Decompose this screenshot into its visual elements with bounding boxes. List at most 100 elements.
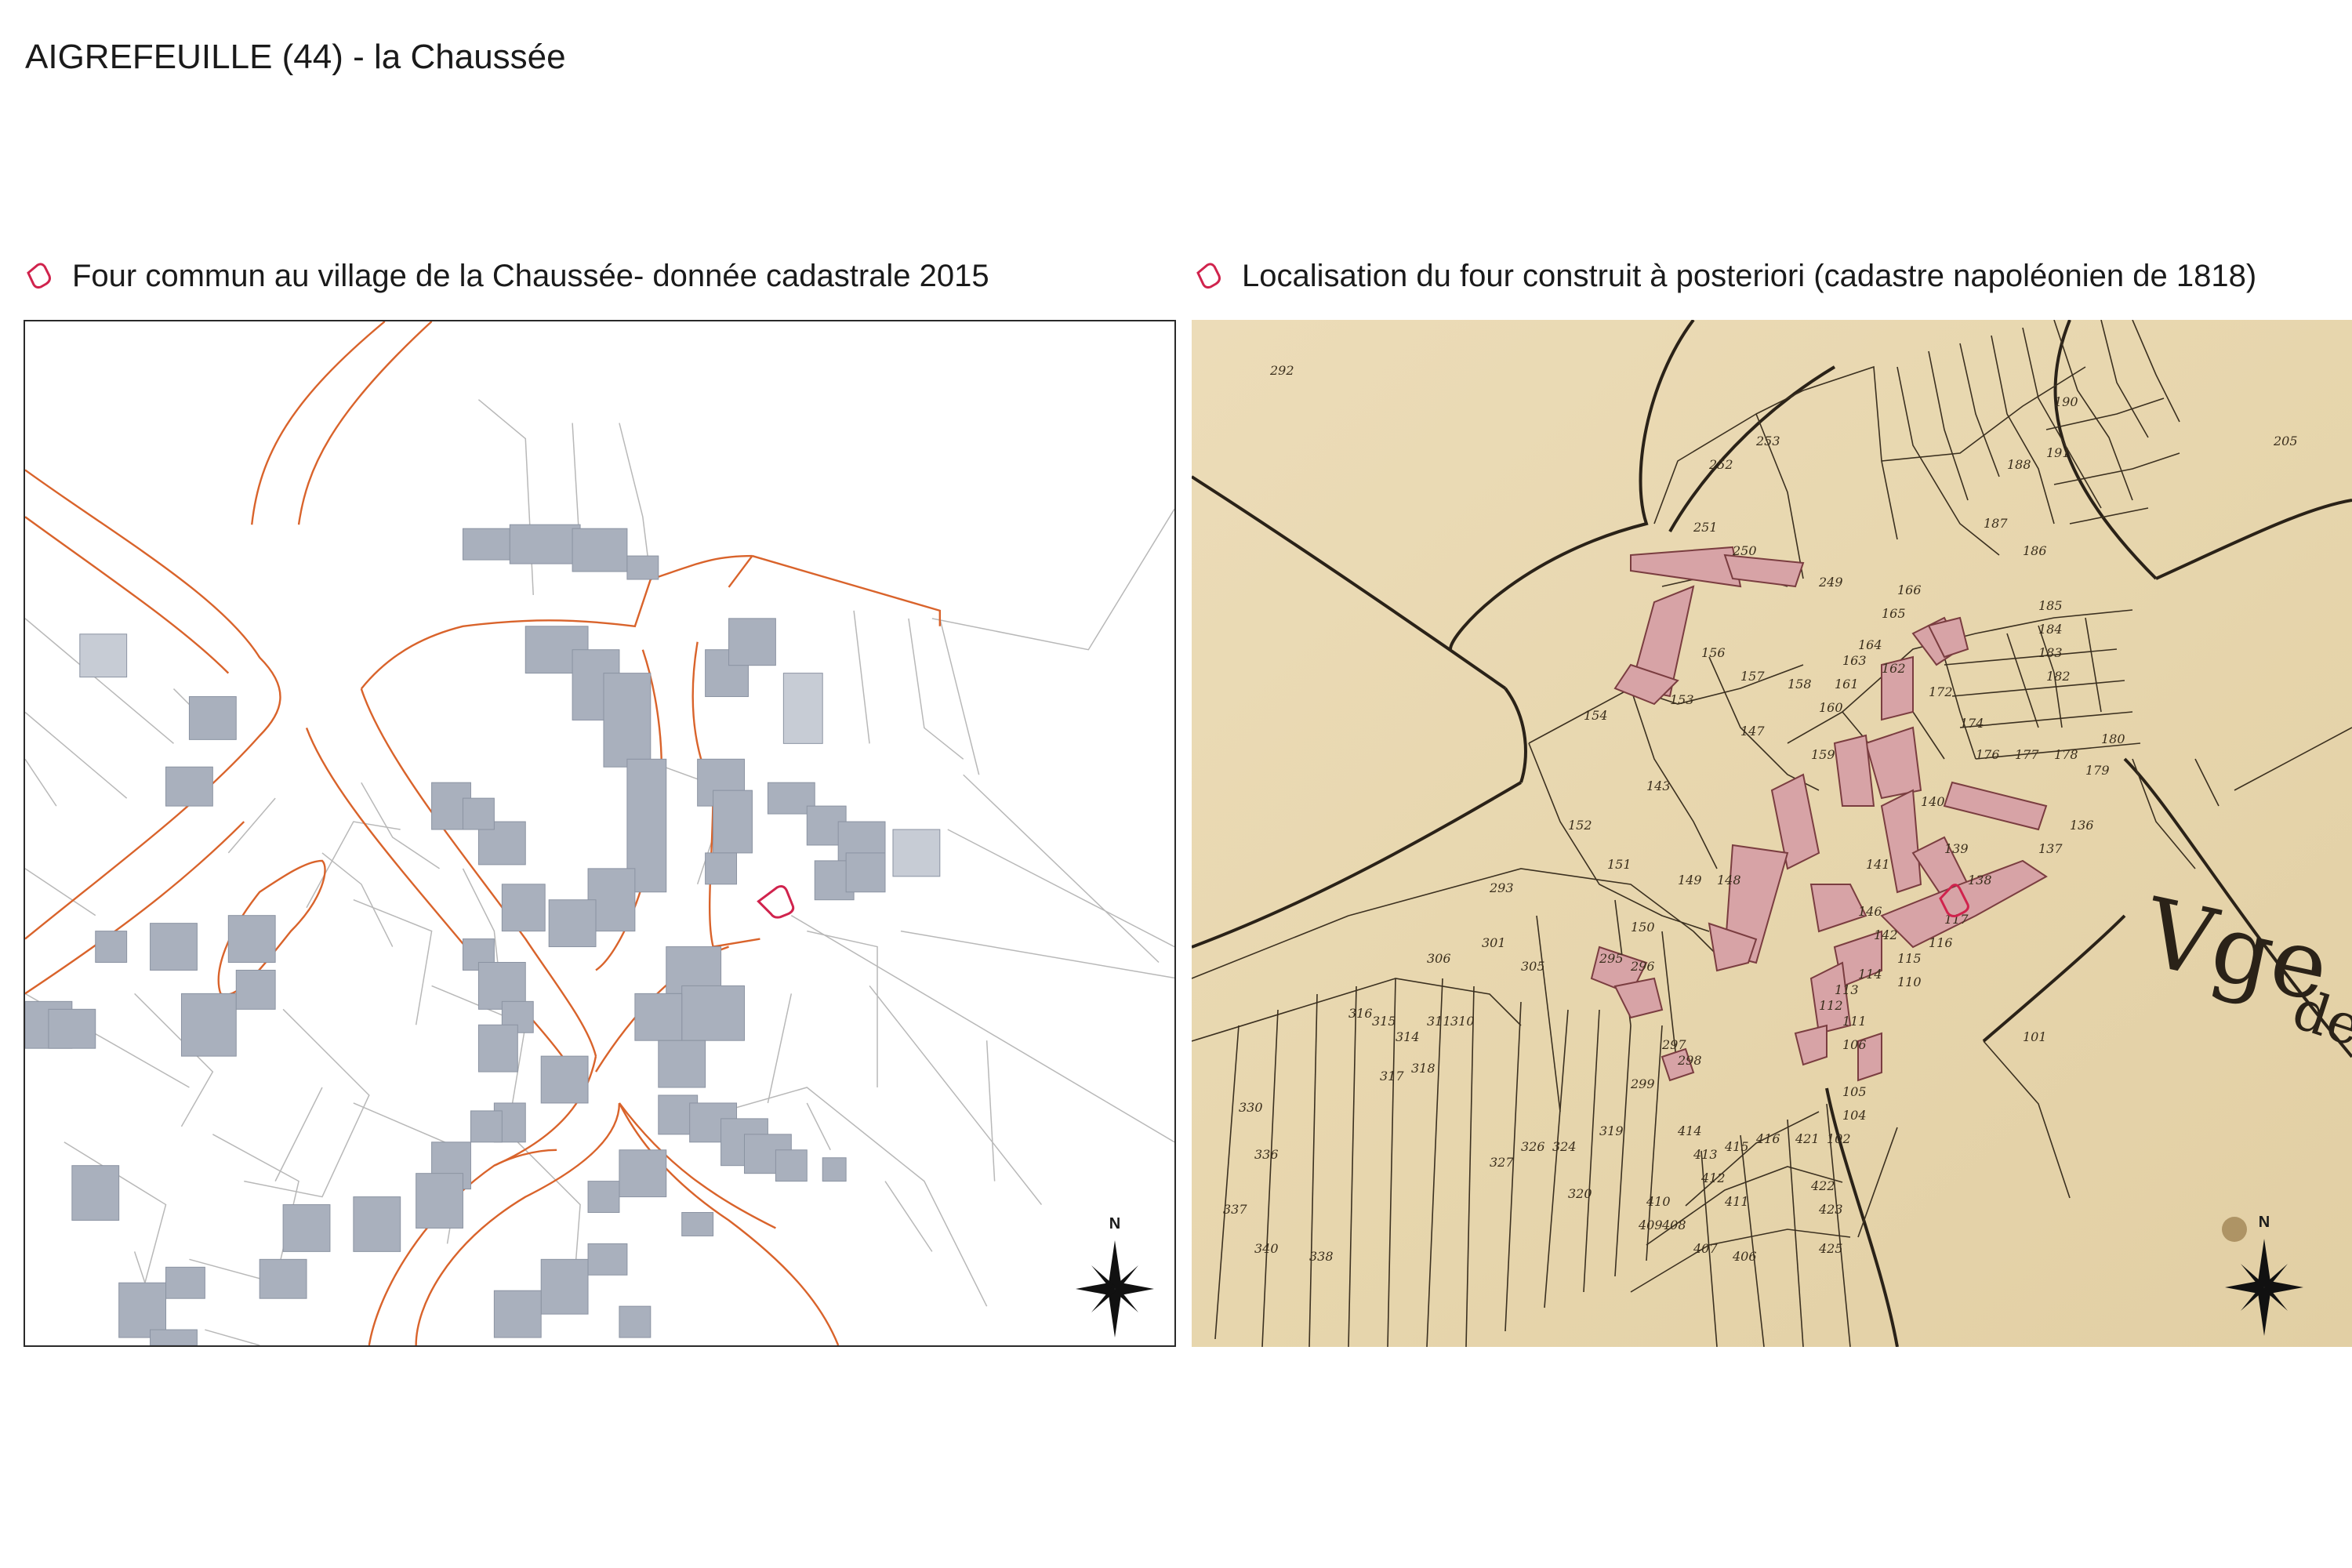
svg-text:164: 164 bbox=[1858, 637, 1882, 652]
compass-north-label: N bbox=[2258, 1214, 2270, 1231]
page-title: AIGREFEUILLE (44) - la Chaussée bbox=[25, 38, 566, 76]
svg-text:179: 179 bbox=[2085, 763, 2110, 778]
svg-text:317: 317 bbox=[1380, 1069, 1404, 1083]
svg-text:165: 165 bbox=[1882, 606, 1906, 621]
caption-modern-map: Four commun au village de la Chaussée- d… bbox=[22, 259, 989, 294]
svg-text:320: 320 bbox=[1568, 1186, 1592, 1201]
svg-text:324: 324 bbox=[1552, 1139, 1577, 1154]
svg-text:311: 311 bbox=[1427, 1014, 1451, 1029]
svg-text:136: 136 bbox=[2070, 818, 2094, 833]
svg-text:425: 425 bbox=[1818, 1241, 1843, 1256]
svg-text:141: 141 bbox=[1866, 857, 1890, 872]
svg-text:314: 314 bbox=[1396, 1029, 1420, 1044]
svg-text:296: 296 bbox=[1630, 959, 1655, 974]
old-map-canvas: 292 252 253 251 250 249 205 190 191 188 … bbox=[1192, 320, 2352, 1347]
svg-text:330: 330 bbox=[1239, 1100, 1263, 1115]
svg-text:162: 162 bbox=[1882, 661, 1906, 676]
svg-text:423: 423 bbox=[1818, 1202, 1843, 1217]
svg-text:410: 410 bbox=[1646, 1194, 1671, 1209]
svg-text:327: 327 bbox=[1490, 1155, 1514, 1170]
caption-text: Four commun au village de la Chaussée- d… bbox=[72, 259, 989, 293]
svg-text:111: 111 bbox=[1842, 1014, 1867, 1029]
compass-north-label: N bbox=[1109, 1215, 1121, 1232]
svg-text:295: 295 bbox=[1599, 951, 1624, 966]
svg-text:412: 412 bbox=[1700, 1171, 1726, 1185]
svg-text:137: 137 bbox=[2038, 841, 2063, 856]
svg-text:153: 153 bbox=[1670, 692, 1694, 707]
svg-text:147: 147 bbox=[1740, 724, 1765, 739]
napoleonic-cadastre-map[interactable]: 292 252 253 251 250 249 205 190 191 188 … bbox=[1192, 320, 2352, 1347]
svg-text:318: 318 bbox=[1411, 1061, 1436, 1076]
modern-cadastral-map[interactable]: N bbox=[24, 320, 1176, 1347]
svg-text:148: 148 bbox=[1717, 873, 1741, 887]
svg-text:115: 115 bbox=[1897, 951, 1922, 966]
svg-text:178: 178 bbox=[2054, 747, 2078, 762]
svg-text:250: 250 bbox=[1732, 543, 1757, 558]
svg-text:163: 163 bbox=[1842, 653, 1867, 668]
svg-text:249: 249 bbox=[1818, 575, 1843, 590]
modern-map-canvas bbox=[25, 321, 1174, 1345]
svg-text:293: 293 bbox=[1489, 880, 1514, 895]
svg-text:151: 151 bbox=[1607, 857, 1632, 872]
svg-text:299: 299 bbox=[1630, 1076, 1655, 1091]
buildings bbox=[25, 524, 941, 1345]
svg-text:184: 184 bbox=[2038, 622, 2063, 637]
caption-old-cadastre: Localisation du four construit à posteri… bbox=[1192, 259, 2256, 294]
svg-text:407: 407 bbox=[1693, 1241, 1718, 1256]
svg-text:177: 177 bbox=[2015, 747, 2039, 762]
svg-text:104: 104 bbox=[1842, 1108, 1867, 1123]
svg-text:183: 183 bbox=[2038, 645, 2063, 660]
svg-text:340: 340 bbox=[1254, 1241, 1279, 1256]
svg-text:336: 336 bbox=[1254, 1147, 1279, 1162]
svg-text:306: 306 bbox=[1427, 951, 1451, 966]
caption-text: Localisation du four construit à posteri… bbox=[1242, 259, 2257, 293]
svg-text:298: 298 bbox=[1677, 1053, 1702, 1068]
svg-text:187: 187 bbox=[1984, 516, 2008, 531]
svg-text:174: 174 bbox=[1960, 716, 1984, 731]
svg-text:301: 301 bbox=[1482, 935, 1506, 950]
svg-text:422: 422 bbox=[1810, 1178, 1835, 1193]
svg-text:139: 139 bbox=[1944, 841, 1969, 856]
svg-text:319: 319 bbox=[1599, 1123, 1624, 1138]
svg-text:406: 406 bbox=[1732, 1249, 1757, 1264]
svg-text:305: 305 bbox=[1521, 959, 1545, 974]
svg-text:142: 142 bbox=[1874, 927, 1898, 942]
svg-text:116: 116 bbox=[1929, 935, 1953, 950]
svg-text:251: 251 bbox=[1693, 520, 1718, 535]
svg-text:106: 106 bbox=[1842, 1037, 1867, 1052]
svg-text:416: 416 bbox=[1755, 1131, 1780, 1146]
svg-text:152: 152 bbox=[1568, 818, 1592, 833]
oven-outline-icon bbox=[27, 262, 51, 289]
north-arrow-icon: N bbox=[2225, 1214, 2303, 1336]
svg-text:149: 149 bbox=[1678, 873, 1702, 887]
svg-text:408: 408 bbox=[1661, 1218, 1686, 1232]
svg-text:205: 205 bbox=[2273, 434, 2298, 448]
svg-text:315: 315 bbox=[1372, 1014, 1396, 1029]
svg-text:409: 409 bbox=[1638, 1218, 1663, 1232]
svg-text:310: 310 bbox=[1450, 1014, 1475, 1029]
svg-text:160: 160 bbox=[1819, 700, 1843, 715]
svg-text:156: 156 bbox=[1701, 645, 1726, 660]
svg-text:180: 180 bbox=[2101, 731, 2125, 746]
svg-text:138: 138 bbox=[1968, 873, 1992, 887]
svg-text:166: 166 bbox=[1897, 583, 1922, 597]
svg-text:113: 113 bbox=[1835, 982, 1859, 997]
svg-text:415: 415 bbox=[1724, 1139, 1749, 1154]
svg-text:143: 143 bbox=[1646, 779, 1671, 793]
svg-text:188: 188 bbox=[2007, 457, 2031, 472]
svg-text:326: 326 bbox=[1521, 1139, 1545, 1154]
svg-text:414: 414 bbox=[1677, 1123, 1702, 1138]
svg-text:150: 150 bbox=[1631, 920, 1655, 935]
svg-text:413: 413 bbox=[1693, 1147, 1718, 1162]
svg-text:252: 252 bbox=[1708, 457, 1733, 472]
north-arrow-icon: N bbox=[1076, 1215, 1154, 1338]
oven-marker-modern bbox=[757, 884, 795, 919]
svg-text:158: 158 bbox=[1788, 677, 1812, 691]
svg-text:176: 176 bbox=[1976, 747, 2000, 762]
svg-text:292: 292 bbox=[1269, 363, 1294, 378]
svg-text:105: 105 bbox=[1842, 1084, 1867, 1099]
svg-text:112: 112 bbox=[1819, 998, 1843, 1013]
svg-text:421: 421 bbox=[1795, 1131, 1820, 1146]
svg-text:190: 190 bbox=[2054, 394, 2078, 409]
svg-text:161: 161 bbox=[1835, 677, 1859, 691]
